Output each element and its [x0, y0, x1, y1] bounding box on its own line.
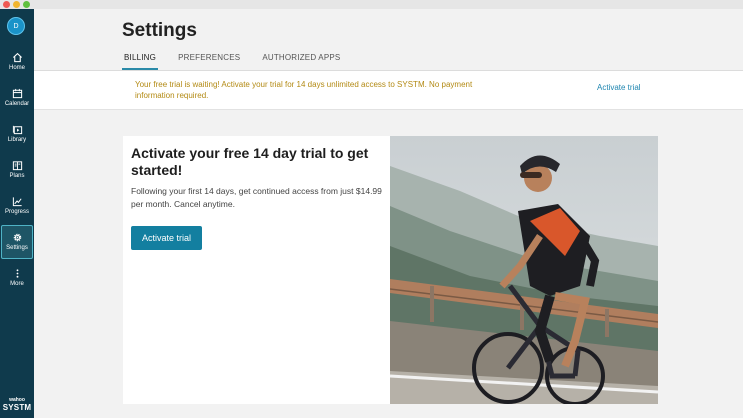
activate-trial-button[interactable]: Activate trial	[131, 226, 202, 250]
page-title: Settings	[122, 20, 197, 41]
sidebar-item-more[interactable]: More	[0, 261, 34, 295]
brand-logo-bottom: SYSTM	[2, 403, 32, 412]
library-icon	[12, 125, 22, 135]
window-titlebar	[0, 0, 743, 9]
progress-icon	[12, 197, 22, 207]
plans-icon	[12, 161, 22, 171]
more-icon	[16, 269, 18, 278]
sidebar-item-progress[interactable]: Progress	[0, 189, 34, 223]
trial-banner: Your free trial is waiting! Activate you…	[34, 71, 743, 110]
sidebar-item-calendar[interactable]: Calendar	[0, 81, 34, 115]
tab-authorized-apps[interactable]: AUTHORIZED APPS	[260, 53, 342, 70]
trial-banner-message: Your free trial is waiting! Activate you…	[135, 80, 473, 100]
cyclist-image	[390, 136, 658, 404]
tab-preferences[interactable]: PREFERENCES	[176, 53, 242, 70]
minimize-window-button[interactable]	[13, 1, 20, 8]
sidebar-item-label: Library	[7, 137, 27, 143]
sidebar-item-label: Progress	[4, 209, 29, 215]
sidebar: D Home Calendar Library Plans Progress S…	[0, 9, 34, 418]
sidebar-item-label: More	[10, 281, 24, 287]
home-icon	[12, 52, 22, 63]
trial-card-heading: Activate your free 14 day trial to get s…	[131, 145, 369, 178]
sidebar-item-label: Plans	[9, 173, 25, 179]
trial-card: Activate your free 14 day trial to get s…	[123, 136, 658, 404]
trial-card-content: Activate your free 14 day trial to get s…	[131, 145, 386, 211]
brand-logo: wahoo SYSTM	[0, 397, 34, 412]
tab-billing[interactable]: BILLING	[122, 53, 159, 70]
sidebar-item-home[interactable]: Home	[0, 45, 34, 79]
trial-card-subtext: Following your first 14 days, get contin…	[131, 186, 382, 209]
avatar[interactable]: D	[7, 17, 25, 35]
sidebar-item-label: Calendar	[4, 101, 30, 107]
sidebar-item-label: Home	[8, 65, 25, 71]
close-window-button[interactable]	[3, 1, 10, 8]
sidebar-item-library[interactable]: Library	[0, 117, 34, 151]
settings-tabs: BILLING PREFERENCES AUTHORIZED APPS	[122, 53, 360, 70]
sidebar-item-plans[interactable]: Plans	[0, 153, 34, 187]
cyclist-photo	[390, 136, 658, 404]
gear-icon	[13, 233, 21, 242]
sidebar-item-label: Settings	[6, 245, 28, 251]
activate-trial-link[interactable]: Activate trial	[597, 83, 641, 92]
maximize-window-button[interactable]	[23, 1, 30, 8]
sidebar-item-settings[interactable]: Settings	[1, 225, 33, 259]
calendar-icon	[12, 88, 22, 99]
